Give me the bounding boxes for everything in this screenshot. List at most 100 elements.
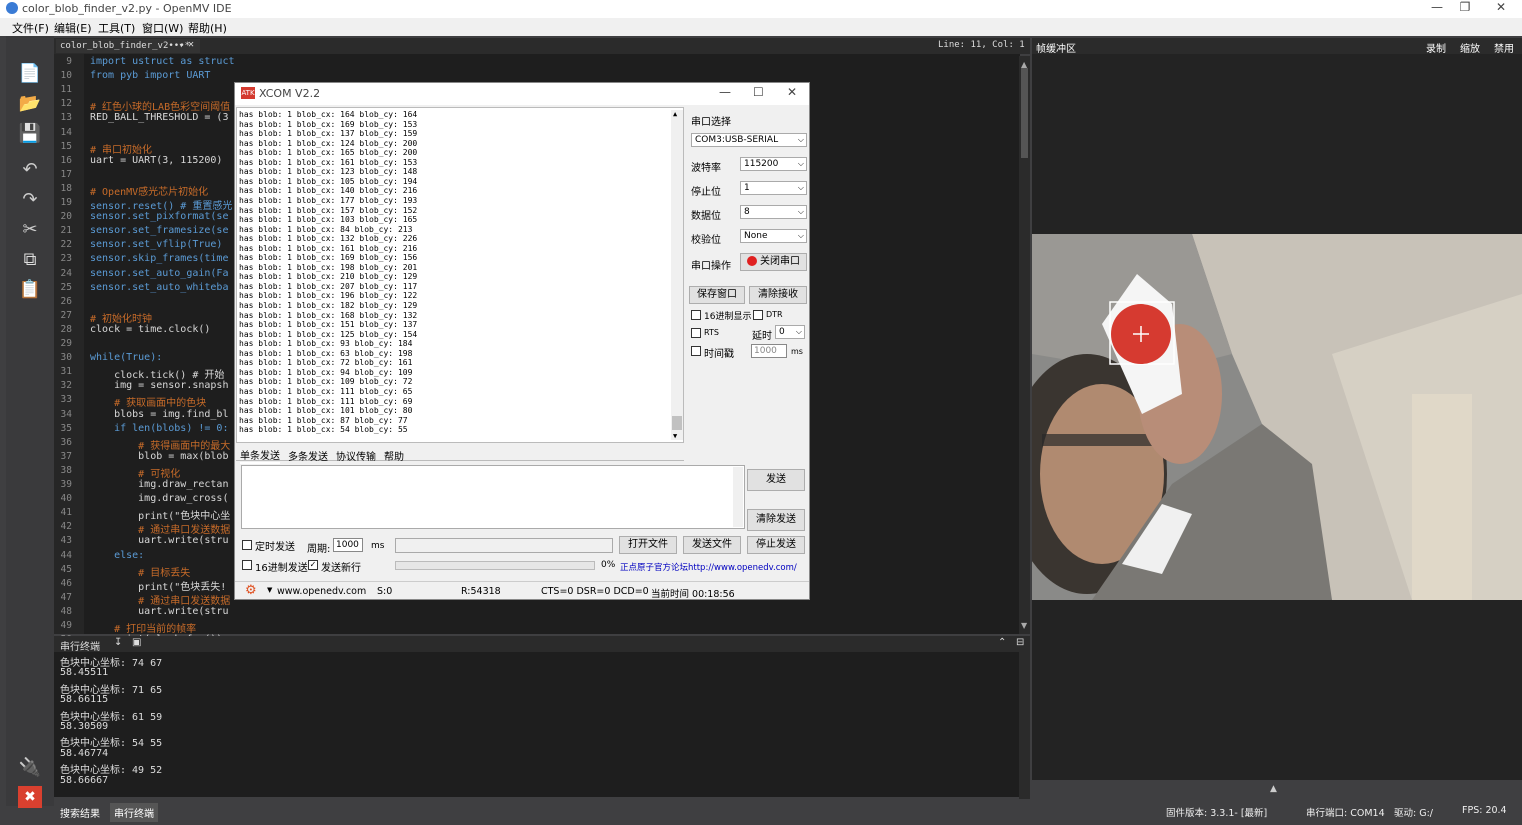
menu-window[interactable]: 窗口(W) bbox=[142, 20, 183, 36]
save-window-button[interactable]: 保存窗口 bbox=[689, 286, 745, 304]
baud-select[interactable]: 115200 ⌵ bbox=[740, 157, 807, 171]
menu-file[interactable]: 文件(F) bbox=[12, 20, 49, 36]
xcom-close-button[interactable]: ✕ bbox=[787, 85, 797, 99]
send-newline-checkbox[interactable]: ✓ bbox=[308, 560, 318, 570]
send-text-area[interactable] bbox=[241, 465, 745, 529]
line-number: 10 bbox=[60, 70, 72, 82]
cut-icon[interactable]: ✂ bbox=[18, 218, 42, 240]
scroll-thumb[interactable] bbox=[1021, 68, 1028, 158]
tab-protocol[interactable]: 协议传输 bbox=[336, 448, 376, 463]
code-line: clock = time.clock() bbox=[90, 323, 211, 335]
fps-status: FPS: 20.4 bbox=[1462, 805, 1507, 816]
code-line: # 可视化 bbox=[90, 468, 181, 480]
dtr-checkbox[interactable] bbox=[753, 310, 763, 320]
expand-up-icon[interactable]: ▲ bbox=[1270, 784, 1277, 794]
chevron-down-icon[interactable]: ▾ bbox=[179, 39, 184, 53]
menu-tools[interactable]: 工具(T) bbox=[98, 20, 135, 36]
send-button[interactable]: 发送 bbox=[747, 469, 805, 491]
record-button[interactable]: 录制 bbox=[1426, 40, 1446, 55]
timestamp-interval-input[interactable]: 1000 bbox=[751, 344, 787, 358]
line-number: 32 bbox=[60, 380, 72, 392]
port-select[interactable]: COM3:USB-SERIAL ⌵ bbox=[691, 133, 807, 147]
serial-terminal[interactable]: 色块中心坐标: 74 67 58.45511 色块中心坐标: 71 65 58.661… bbox=[54, 652, 1020, 797]
scroll-up-icon[interactable]: ▲ bbox=[673, 110, 677, 118]
tab-serial-terminal[interactable]: 串行终端 bbox=[110, 803, 158, 822]
open-folder-icon[interactable]: 📂 bbox=[18, 92, 42, 114]
xcom-maximize-button[interactable]: ☐ bbox=[753, 85, 764, 99]
scroll-thumb[interactable] bbox=[672, 416, 682, 430]
file-path-field[interactable] bbox=[395, 538, 613, 553]
parity-label: 校验位 bbox=[691, 235, 721, 246]
new-file-icon[interactable]: 📄 bbox=[18, 62, 42, 84]
terminal-collapse-icon[interactable]: ⌃ bbox=[998, 637, 1006, 648]
stop-bits-select[interactable]: 1 ⌵ bbox=[740, 181, 807, 195]
forum-link[interactable]: 正点原子官方论坛http://www.openedv.com/ bbox=[620, 561, 797, 573]
tab-search-results[interactable]: 搜索结果 bbox=[60, 805, 100, 820]
receive-scrollbar[interactable]: ▲ ▼ bbox=[671, 110, 683, 440]
settings-gear-icon[interactable]: ⚙ bbox=[245, 583, 257, 598]
tab-multi-send[interactable]: 多条发送 bbox=[288, 448, 328, 463]
data-bits-select[interactable]: 8 ⌵ bbox=[740, 205, 807, 219]
terminal-close-icon[interactable]: ⊟ bbox=[1016, 637, 1024, 648]
undo-icon[interactable]: ↶ bbox=[18, 158, 42, 180]
clear-send-button[interactable]: 清除发送 bbox=[747, 509, 805, 531]
camera-image bbox=[1032, 234, 1522, 600]
receive-line: has blob: 1 blob_cx: 63 blob_cy: 198 bbox=[239, 348, 413, 358]
status-time: 当前时间 00:18:56 bbox=[651, 589, 735, 600]
line-number: 9 bbox=[66, 56, 72, 67]
code-line: print("色块中心坐 bbox=[90, 511, 231, 523]
terminal-download-icon[interactable]: ↧ bbox=[114, 637, 122, 648]
clear-receive-button[interactable]: 清除接收 bbox=[749, 286, 807, 304]
line-number: 21 bbox=[60, 225, 72, 237]
maximize-button[interactable]: ❐ bbox=[1448, 0, 1482, 16]
delay-select[interactable]: 0 ⌵ bbox=[775, 325, 805, 339]
bottom-tabs: 搜索结果 串行终端 bbox=[54, 803, 354, 823]
send-file-button[interactable]: 发送文件 bbox=[683, 536, 741, 554]
paste-icon[interactable]: 📋 bbox=[18, 278, 42, 300]
redo-icon[interactable]: ↷ bbox=[18, 188, 42, 210]
open-file-button[interactable]: 打开文件 bbox=[619, 536, 677, 554]
tab-help[interactable]: 帮助 bbox=[384, 448, 404, 463]
close-port-button[interactable]: 关闭串口 bbox=[740, 253, 807, 271]
chevron-down-icon[interactable]: ▼ bbox=[267, 586, 272, 594]
close-button[interactable]: ✕ bbox=[1484, 0, 1518, 16]
connect-icon[interactable]: 🔌 bbox=[18, 756, 42, 778]
rts-checkbox[interactable] bbox=[691, 328, 701, 338]
hex-display-checkbox[interactable] bbox=[691, 310, 701, 320]
code-line: sensor.set_auto_whiteba bbox=[90, 281, 229, 293]
menu-edit[interactable]: 编辑(E) bbox=[54, 20, 92, 36]
stop-icon[interactable]: ✖ bbox=[18, 786, 42, 808]
receive-line: has blob: 1 blob_cx: 111 blob_cy: 65 bbox=[239, 386, 413, 396]
close-tab-icon[interactable]: ✕ bbox=[188, 39, 194, 50]
receive-line: has blob: 1 blob_cx: 72 blob_cy: 161 bbox=[239, 358, 413, 368]
send-progress-bar bbox=[395, 561, 595, 570]
menu-help[interactable]: 帮助(H) bbox=[188, 20, 227, 36]
save-icon[interactable]: 💾 bbox=[18, 122, 42, 144]
code-line: from pyb import UART bbox=[90, 70, 211, 82]
timestamp-checkbox[interactable] bbox=[691, 346, 701, 356]
hex-send-checkbox[interactable] bbox=[242, 560, 252, 570]
zoom-button[interactable]: 缩放 bbox=[1460, 40, 1480, 55]
stop-send-button[interactable]: 停止发送 bbox=[747, 536, 805, 554]
rts-label: RTS bbox=[704, 328, 719, 337]
port-select-value: COM3:USB-SERIAL bbox=[695, 135, 779, 145]
terminal-scrollbar[interactable] bbox=[1019, 652, 1030, 799]
receive-area[interactable]: has blob: 1 blob_cx: 164 blob_cy: 164 has… bbox=[236, 107, 684, 443]
tab-single-send[interactable]: 单条发送 bbox=[240, 447, 280, 464]
period-input[interactable]: 1000 bbox=[333, 538, 363, 552]
code-line: # 获得画面中的最大 bbox=[90, 440, 231, 452]
disable-button[interactable]: 禁用 bbox=[1494, 40, 1514, 55]
line-number: 49 bbox=[60, 620, 72, 631]
xcom-minimize-button[interactable]: — bbox=[719, 85, 731, 99]
terminal-save-icon[interactable]: ▣ bbox=[132, 637, 141, 648]
copy-icon[interactable]: ⧉ bbox=[18, 248, 42, 270]
editor-scrollbar[interactable]: ▲ ▼ bbox=[1019, 56, 1030, 634]
code-line: # 初始化时钟 bbox=[90, 313, 153, 325]
parity-select[interactable]: None ⌵ bbox=[740, 229, 807, 243]
timed-send-checkbox[interactable] bbox=[242, 540, 252, 550]
send-scrollbar[interactable] bbox=[733, 467, 743, 527]
chevron-down-icon: ⌵ bbox=[797, 159, 804, 168]
scroll-down-icon[interactable]: ▼ bbox=[1021, 621, 1027, 630]
scroll-down-icon[interactable]: ▼ bbox=[673, 432, 677, 440]
editor-tab[interactable]: color_blob_finder_v2•••* ▾ bbox=[56, 39, 200, 53]
